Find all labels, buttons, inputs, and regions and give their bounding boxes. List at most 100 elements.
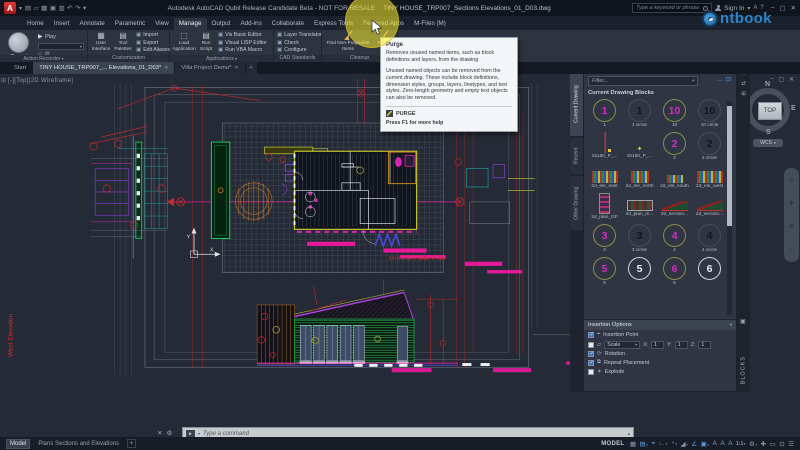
- block-item[interactable]: 44 circle: [692, 224, 727, 254]
- panel-label-action-recorder[interactable]: Action Recorder: [0, 55, 87, 62]
- undo-icon[interactable]: ↶: [67, 4, 72, 12]
- insertion-point-checkbox[interactable]: [588, 332, 594, 338]
- graphics-performance-icon[interactable]: ⊡: [779, 440, 784, 448]
- configure-button[interactable]: ▣Configure: [277, 47, 322, 53]
- file-tab-tiny-house[interactable]: TINY HOUSE_TRP007_... Elevations_01_D03*…: [33, 62, 174, 74]
- scale-select[interactable]: Scale▾: [604, 341, 640, 349]
- tab-add-ins[interactable]: Add-ins: [235, 18, 266, 31]
- snap-icon[interactable]: ▤: [640, 440, 648, 448]
- save-icon[interactable]: ▦: [41, 4, 47, 12]
- annotation-visibility-icon[interactable]: A: [712, 440, 716, 447]
- pan-icon[interactable]: ✚: [789, 200, 794, 207]
- palette-scrollbar[interactable]: [727, 101, 732, 315]
- plot-icon[interactable]: ▥: [58, 4, 64, 12]
- block-item[interactable]: 33 circle: [622, 224, 657, 254]
- tab-output[interactable]: Output: [207, 18, 236, 31]
- qat-dropdown-icon[interactable]: ▾: [83, 4, 86, 12]
- block-item[interactable]: 2d_plan_m...: [622, 193, 657, 221]
- tab-manage[interactable]: Manage: [174, 18, 207, 31]
- object-snap-tracking-icon[interactable]: ∠: [691, 440, 697, 448]
- rotation-checkbox[interactable]: [588, 351, 594, 357]
- autocad-logo-icon[interactable]: A: [4, 2, 16, 14]
- annotation-scale-value[interactable]: 1:1: [736, 441, 746, 447]
- viewcube-top-face[interactable]: TOP: [758, 102, 782, 120]
- panel-label-cad-standards[interactable]: CAD Standards: [274, 55, 321, 62]
- palette-tab-other-drawing[interactable]: Other Drawing: [570, 176, 583, 230]
- model-tab[interactable]: Model: [6, 439, 30, 449]
- palette-tab-current-drawing[interactable]: Current Drawing: [570, 72, 583, 136]
- new-layout-button[interactable]: +: [127, 439, 136, 448]
- scale-y-input[interactable]: 1: [675, 341, 688, 349]
- repeat-placement-row[interactable]: ⧉ Repeat Placement: [584, 358, 736, 367]
- command-history-icon[interactable]: ▴: [628, 431, 630, 437]
- scrollbar-thumb[interactable]: [727, 106, 732, 226]
- tab-annotate[interactable]: Annotate: [75, 18, 110, 31]
- orbit-icon[interactable]: ▭: [789, 247, 795, 254]
- explode-row[interactable]: ✶ Explode: [584, 368, 736, 376]
- block-item[interactable]: 2d_section...: [692, 193, 727, 221]
- block-item[interactable]: 1010: [657, 99, 692, 129]
- annotation-monitor-icon[interactable]: ✚: [761, 440, 766, 448]
- rotation-row[interactable]: ⟳ Rotation: [584, 350, 736, 358]
- new-icon[interactable]: ▤: [25, 4, 31, 12]
- collapse-icon[interactable]: ▾: [730, 322, 732, 328]
- command-dropdown-icon[interactable]: ▾: [198, 431, 200, 436]
- insertion-options-header[interactable]: Insertion Options▾: [584, 320, 736, 330]
- panel-label-applications[interactable]: Applications: [170, 55, 273, 62]
- polar-tracking-icon[interactable]: ◔: [671, 440, 677, 447]
- run-vba-macro-button[interactable]: ▣Run VBA Macro: [218, 47, 267, 53]
- customization-menu-icon[interactable]: ☰: [788, 440, 794, 448]
- block-item[interactable]: 55: [587, 257, 622, 287]
- command-close-icon[interactable]: ✕: [157, 429, 162, 437]
- zoom-icon[interactable]: ⊕: [789, 223, 794, 230]
- palette-anchor-icon[interactable]: ▣: [740, 318, 746, 325]
- palette-properties-icon[interactable]: ⊞: [741, 91, 746, 97]
- run-script-button[interactable]: ▤ Run Script: [196, 31, 216, 52]
- action-macro-select[interactable]: [38, 43, 84, 50]
- edit-aliases-button[interactable]: ▣Edit Aliases: [136, 47, 170, 53]
- logo-dropdown-icon[interactable]: ▾: [19, 5, 22, 12]
- viewcube-south[interactable]: S: [766, 129, 771, 136]
- wcs-dropdown[interactable]: WCS: [753, 139, 783, 147]
- model-space-toggle[interactable]: MODEL: [601, 441, 624, 447]
- scale-z-input[interactable]: 1: [698, 341, 711, 349]
- layout-tab-plans-sections[interactable]: Plans Sections and Elevations: [35, 441, 122, 447]
- block-item[interactable]: 1010 circle: [692, 99, 727, 129]
- block-item[interactable]: 44: [657, 224, 692, 254]
- tab-home[interactable]: Home: [22, 18, 49, 31]
- restore-icon[interactable]: ▢: [779, 4, 785, 12]
- save-as-icon[interactable]: ▣: [50, 4, 56, 12]
- block-item[interactable]: 6: [692, 257, 727, 287]
- block-item[interactable]: 2d_ele_south: [657, 165, 692, 190]
- block-item[interactable]: 15160_P_...: [622, 132, 657, 162]
- doc-restore-icon[interactable]: ▢: [778, 76, 784, 83]
- insertion-point-row[interactable]: ⌖ Insertion Point: [584, 330, 736, 339]
- close-icon[interactable]: ✕: [791, 4, 796, 12]
- scale-x-input[interactable]: 1: [651, 341, 664, 349]
- visual-lisp-editor-button[interactable]: ▣Visual LISP Editor: [218, 40, 267, 46]
- doc-minimize-icon[interactable]: –: [770, 76, 773, 83]
- command-customize-icon[interactable]: ⚙: [166, 429, 172, 437]
- block-item[interactable]: 11: [587, 99, 622, 129]
- search-input[interactable]: Type a keyword or phrase: [632, 3, 712, 13]
- workspace-gear-icon[interactable]: ⚙: [749, 440, 757, 448]
- block-item[interactable]: 15160_P_...: [587, 132, 622, 162]
- repeat-placement-checkbox[interactable]: [588, 360, 594, 366]
- blocks-filter-input[interactable]: Filter...: [588, 76, 698, 86]
- filter-more-icon[interactable]: …: [717, 77, 723, 83]
- block-item[interactable]: 33: [587, 224, 622, 254]
- layer-translator-button[interactable]: ▣Layer Translator: [277, 32, 322, 38]
- annotation-scale-icon[interactable]: A: [728, 440, 732, 447]
- block-item[interactable]: 5: [622, 257, 657, 287]
- user-interface-button[interactable]: ▦ User Interface: [90, 31, 112, 52]
- explode-checkbox[interactable]: [588, 369, 594, 375]
- new-drawing-tab-button[interactable]: +: [246, 62, 257, 74]
- dynamic-input-icon[interactable]: ⌖: [651, 440, 655, 448]
- tab-collaborate[interactable]: Collaborate: [267, 18, 309, 31]
- export-button[interactable]: ▣Export: [136, 40, 170, 46]
- visual-basic-editor-button[interactable]: ▣Vis Basic Editor: [218, 32, 267, 38]
- block-item[interactable]: 2d_ele_west: [692, 165, 727, 190]
- object-snap-icon[interactable]: ▣: [701, 440, 709, 448]
- block-item[interactable]: 22 circle: [692, 132, 727, 162]
- block-item[interactable]: 2d_section...: [657, 193, 692, 221]
